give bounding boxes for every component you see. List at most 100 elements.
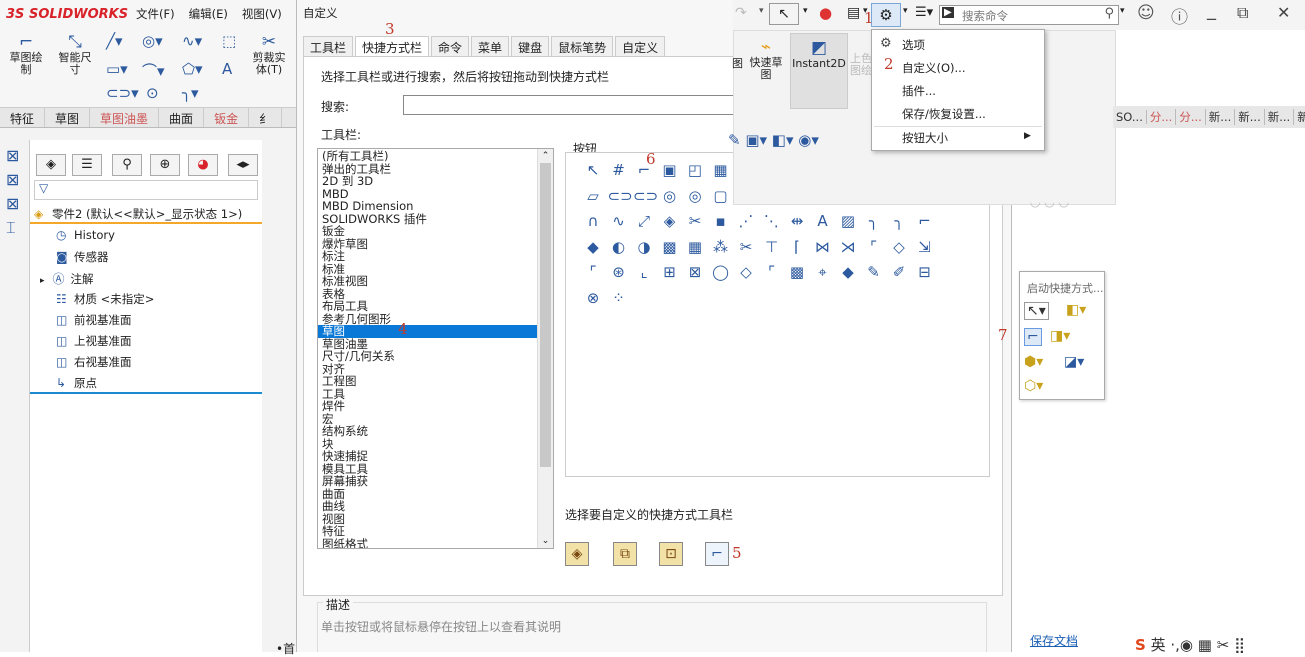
search-input[interactable] (403, 95, 743, 115)
arc-icon[interactable]: ⌒▾ (142, 60, 165, 81)
toolbar-button-icon[interactable]: ⋊ (837, 236, 859, 258)
command-search-box[interactable]: ▶ 搜索命令 ⚲ (939, 5, 1119, 25)
toolbar-button-icon[interactable]: ⊂⊃ (608, 185, 633, 207)
toolbar-button-icon[interactable]: ∩ (582, 210, 604, 232)
toolbar-button-icon[interactable]: ⊤ (761, 236, 783, 258)
scroll-up-icon[interactable]: ⌃ (538, 149, 553, 163)
shell-icon[interactable]: ⬡▾ (1024, 378, 1043, 394)
tab-commands[interactable]: 命令 (431, 36, 470, 56)
tab-more[interactable]: 纟 (249, 108, 283, 127)
tree-item-material[interactable]: ☷ 材质 <未指定> (56, 291, 154, 307)
tab-toolbars[interactable]: 工具栏 (303, 36, 354, 56)
sketch-shortcut-bar-button[interactable]: ⌐ (705, 542, 729, 566)
tree-item-right-plane[interactable]: ◫ 右视基准面 (56, 354, 132, 370)
toolbar-button-icon[interactable]: ▢ (710, 185, 732, 207)
toolbar-button-icon[interactable]: ▩ (659, 236, 681, 258)
spline-icon[interactable]: ∿▾ (182, 32, 202, 50)
tab-shortcut-bars[interactable]: 快捷方式栏 (355, 36, 430, 56)
toolbar-button-icon[interactable]: ◑ (633, 236, 655, 258)
toolbar-button-icon[interactable]: ⌜ (761, 261, 783, 283)
toolbar-button-icon[interactable]: ⊛ (608, 261, 630, 283)
toolbar-list-item[interactable]: 标准视图 (318, 275, 553, 288)
tab-keyboard[interactable]: 键盘 (511, 36, 550, 56)
user-icon[interactable]: ☺ (1137, 3, 1155, 23)
slot-icon[interactable]: ⊂⊃▾ (106, 84, 139, 102)
save-document-link[interactable]: 保存文档 (1030, 632, 1078, 649)
circle-icon[interactable]: ◎▾ (142, 32, 163, 50)
toolbar-button-icon[interactable]: ⌜ (863, 236, 885, 258)
extrude-icon[interactable]: ◧▾ (1066, 302, 1086, 318)
toolbar-button-icon[interactable]: ⊠ (684, 261, 706, 283)
tab-surface[interactable]: 曲面 (159, 108, 205, 127)
tab-sheetmetal[interactable]: 钣金 (204, 108, 250, 127)
view-icon-2[interactable]: ⊠ (6, 170, 19, 189)
toolbar-button-icon[interactable]: ▦ (684, 236, 706, 258)
view-toolbar-icons[interactable]: ✎ ▣▾ ◧▾ ◉▾ (728, 131, 819, 149)
toolbar-list-item[interactable]: 布局工具 (318, 300, 553, 313)
document-tab[interactable]: 新... (1235, 109, 1265, 125)
toolbar-list-item[interactable]: 焊件 (318, 400, 553, 413)
gear-icon[interactable]: ⚙ (871, 3, 901, 27)
dropdown-arrow-icon[interactable]: ▾ (759, 6, 764, 16)
tab-mouse-gestures[interactable]: 鼠标笔势 (551, 36, 614, 56)
toolbar-button-icon[interactable]: ▨ (837, 210, 859, 232)
tree-item-annotations[interactable]: ▸ Ⓐ 注解 (40, 270, 94, 287)
toolbar-button-icon[interactable]: ⇹ (786, 210, 808, 232)
line-icon[interactable]: ╱▾ (106, 32, 123, 50)
drawing-shortcut-bar-button[interactable]: ⊡ (659, 542, 683, 566)
tree-scroll-arrows[interactable]: ◂▸ (228, 154, 258, 176)
toolbar-list-item[interactable]: 屏幕捕获 (318, 475, 553, 488)
toolbar-button-icon[interactable]: ✎ (863, 261, 885, 283)
quick-sketch-button[interactable]: ⌁ 快速草 图 (742, 37, 790, 81)
traffic-light-icon[interactable]: ● (819, 4, 832, 22)
document-tab[interactable]: 新... (1206, 109, 1236, 125)
toolbar-button-icon[interactable]: ⌖ (812, 261, 834, 283)
help-icon[interactable]: ⓘ (1171, 3, 1188, 28)
toolbar-button-icon[interactable]: ⌈ (786, 236, 808, 258)
toolbar-list-item[interactable]: 工程图 (318, 375, 553, 388)
toolbar-list-item[interactable]: 尺寸/几何关系 (318, 350, 553, 363)
toolbar-button-icon[interactable]: ◐ (608, 236, 630, 258)
toolbar-button-icon[interactable]: ◇ (735, 261, 757, 283)
minimize-icon[interactable]: _ (1207, 0, 1216, 21)
toolbar-button-icon[interactable]: ✂ (735, 236, 757, 258)
toolbar-button-icon[interactable]: ⊞ (659, 261, 681, 283)
tree-part-root[interactable]: ◈ 零件2 (默认<<默认>_显示状态 1>) (34, 206, 242, 222)
menu-item-customize[interactable]: 自定义(O)... (902, 60, 966, 76)
scroll-thumb[interactable] (540, 163, 551, 467)
toolbar-button-icon[interactable]: # (608, 159, 630, 181)
toolbar-list-item[interactable]: 结构系统 (318, 425, 553, 438)
toolbar-button-icon[interactable]: ⇲ (914, 236, 936, 258)
document-tab[interactable]: 分... (1147, 109, 1177, 125)
toolbar-list-scrollbar[interactable]: ⌃ ⌄ (537, 149, 553, 548)
toolbar-button-icon[interactable]: ◯ (710, 261, 732, 283)
toolbar-button-icon[interactable]: ⊂⊃ (633, 185, 658, 207)
toolbar-button-icon[interactable]: ◈ (659, 210, 681, 232)
document-tab[interactable]: SO... (1113, 110, 1147, 124)
toolbar-button-icon[interactable]: ▦ (710, 159, 732, 181)
tree-item-top-plane[interactable]: ◫ 上视基准面 (56, 333, 132, 349)
tab-menus[interactable]: 菜单 (471, 36, 510, 56)
toolbar-button-icon[interactable]: ⋈ (812, 236, 834, 258)
toolbar-button-icon[interactable]: ⌞ (633, 261, 655, 283)
select-icon[interactable]: ↖▾ (1024, 302, 1049, 320)
toolbar-button-icon[interactable]: ▣ (659, 159, 681, 181)
rectangle-icon[interactable]: ▭▾ (106, 60, 128, 78)
toolbar-list-item[interactable]: 图纸格式 (318, 537, 553, 548)
select-icon[interactable]: ↖ (769, 3, 799, 25)
toolbar-list-item[interactable]: 快速捕捉 (318, 450, 553, 463)
menu-item-save-restore[interactable]: 保存/恢复设置... (902, 106, 986, 122)
trim-icon[interactable]: ⬚ (222, 32, 236, 50)
tab-features[interactable]: 特征 (0, 108, 46, 127)
toolbar-list-item[interactable]: 特征 (318, 525, 553, 538)
toolbar-button-icon[interactable]: ⋱ (761, 210, 783, 232)
view-icon[interactable]: ⊠ (6, 146, 19, 165)
toolbar-button-icon[interactable]: ⁂ (710, 236, 732, 258)
toolbar-list-item[interactable]: 视图 (318, 512, 553, 526)
menu-item-addins[interactable]: 插件... (902, 83, 936, 99)
toolbar-button-icon[interactable]: ◰ (684, 159, 706, 181)
toolbar-button-icon[interactable]: ⌐ (914, 210, 936, 232)
toolbar-button-icon[interactable]: A (812, 210, 834, 232)
shaded-sketch-button[interactable]: 上色 图绘 (850, 53, 872, 77)
tab-sketch-ink[interactable]: 草图油墨 (90, 108, 160, 127)
